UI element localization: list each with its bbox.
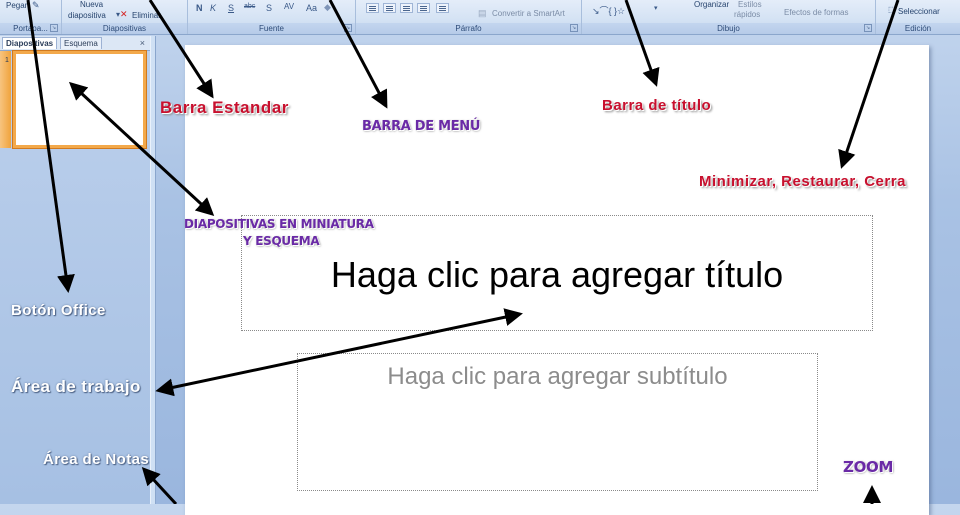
ribbon: Pegar ✎ Portapa... ↘ Nueva diapositiva ▾…: [0, 0, 960, 35]
align-right-button[interactable]: [400, 3, 413, 13]
panel-tabbar: Diapositivas Esquema ×: [0, 36, 150, 51]
close-icon[interactable]: ×: [140, 36, 145, 50]
smartart-icon: ▤: [478, 8, 487, 18]
annotation-boton-office: Botón Office: [11, 302, 106, 319]
tab-esquema[interactable]: Esquema: [60, 37, 102, 49]
annotation-minimizar: Minimizar, Restaurar, Cerra: [699, 173, 906, 190]
delete-icon[interactable]: ✕: [120, 9, 128, 20]
format-painter-icon[interactable]: ✎: [32, 0, 40, 11]
quick-styles-button-line1[interactable]: Estilos: [738, 0, 762, 9]
select-icon[interactable]: ⬚: [888, 5, 896, 14]
paste-button[interactable]: Pegar: [6, 1, 27, 10]
italic-button[interactable]: K: [210, 3, 216, 13]
group-label-parrafo: Párrafo: [356, 23, 581, 34]
quick-styles-button-line2[interactable]: rápidos: [734, 10, 760, 19]
ribbon-group-edicion: ⬚ Seleccionar Edición: [876, 0, 960, 34]
annotation-area-notas: Área de Notas: [43, 451, 150, 468]
new-slide-button-line2[interactable]: diapositiva: [68, 11, 106, 20]
annotation-area-trabajo: Área de trabajo: [11, 377, 141, 396]
slide-number: 1: [5, 57, 9, 64]
panel-splitter[interactable]: [150, 36, 156, 504]
annotation-barra-menu: BARRA DE MENÚ: [362, 119, 481, 134]
delete-slide-button[interactable]: Eliminar: [132, 11, 161, 20]
char-spacing-button[interactable]: AV: [284, 2, 294, 11]
justify-button[interactable]: [417, 3, 430, 13]
annotation-miniatura-line2: Y ESQUEMA: [243, 234, 320, 248]
annotation-barra-titulo: Barra de título: [602, 97, 712, 114]
strikethrough-button[interactable]: abc: [244, 3, 255, 10]
shapes-gallery-icon[interactable]: ↘⌒{ }☆: [592, 4, 625, 17]
align-center-button[interactable]: [383, 3, 396, 13]
slide-thumbnail[interactable]: [12, 50, 147, 149]
ribbon-group-parrafo: ▤ Convertir a SmartArt Párrafo ↘: [356, 0, 582, 34]
select-button[interactable]: Seleccionar: [898, 7, 940, 16]
dialog-launcher-icon[interactable]: ↘: [570, 24, 578, 32]
tab-diapositivas[interactable]: Diapositivas: [2, 37, 58, 49]
arrange-button[interactable]: Organizar: [694, 0, 729, 9]
new-slide-button-line1[interactable]: Nueva: [80, 0, 103, 9]
annotation-barra-estandar: Barra Estandar: [160, 98, 289, 117]
columns-button[interactable]: [436, 3, 449, 13]
gallery-more-icon[interactable]: ▾: [654, 4, 658, 12]
group-label-dibujo: Dibujo: [582, 23, 875, 34]
ribbon-group-dibujo: ↘⌒{ }☆ ▾ Organizar Estilos rápidos Efect…: [582, 0, 876, 34]
title-placeholder[interactable]: Haga clic para agregar título: [241, 215, 873, 331]
change-case-button[interactable]: Aa: [306, 3, 317, 13]
underline-button[interactable]: S: [228, 3, 234, 13]
slide-thumbnail-marker: [0, 51, 11, 148]
dialog-launcher-icon[interactable]: ↘: [344, 24, 352, 32]
dialog-launcher-icon[interactable]: ↘: [864, 24, 872, 32]
group-label-fuente: Fuente: [188, 23, 355, 34]
shadow-button[interactable]: S: [266, 3, 272, 13]
annotation-zoom: ZOOM: [843, 458, 894, 476]
dialog-launcher-icon[interactable]: ↘: [50, 24, 58, 32]
align-left-button[interactable]: [366, 3, 379, 13]
group-label-diapositivas: Diapositivas: [62, 23, 187, 34]
convert-smartart-button[interactable]: Convertir a SmartArt: [492, 9, 565, 18]
shape-effects-button[interactable]: Efectos de formas: [784, 8, 848, 17]
ribbon-group-diapositivas: Nueva diapositiva ▾ ✕ Eliminar Diapositi…: [62, 0, 188, 34]
bold-button[interactable]: N: [196, 3, 203, 13]
annotation-miniatura-line1: DIAPOSITIVAS EN MINIATURA: [184, 217, 374, 231]
subtitle-placeholder[interactable]: Haga clic para agregar subtítulo: [297, 353, 818, 491]
eraser-icon[interactable]: ◆: [324, 2, 331, 13]
group-label-edicion: Edición: [876, 23, 960, 34]
ribbon-group-fuente: N K S abc S AV Aa ◆ Fuente ↘: [188, 0, 356, 34]
ribbon-group-portapapeles: Pegar ✎ Portapa... ↘: [0, 0, 62, 34]
